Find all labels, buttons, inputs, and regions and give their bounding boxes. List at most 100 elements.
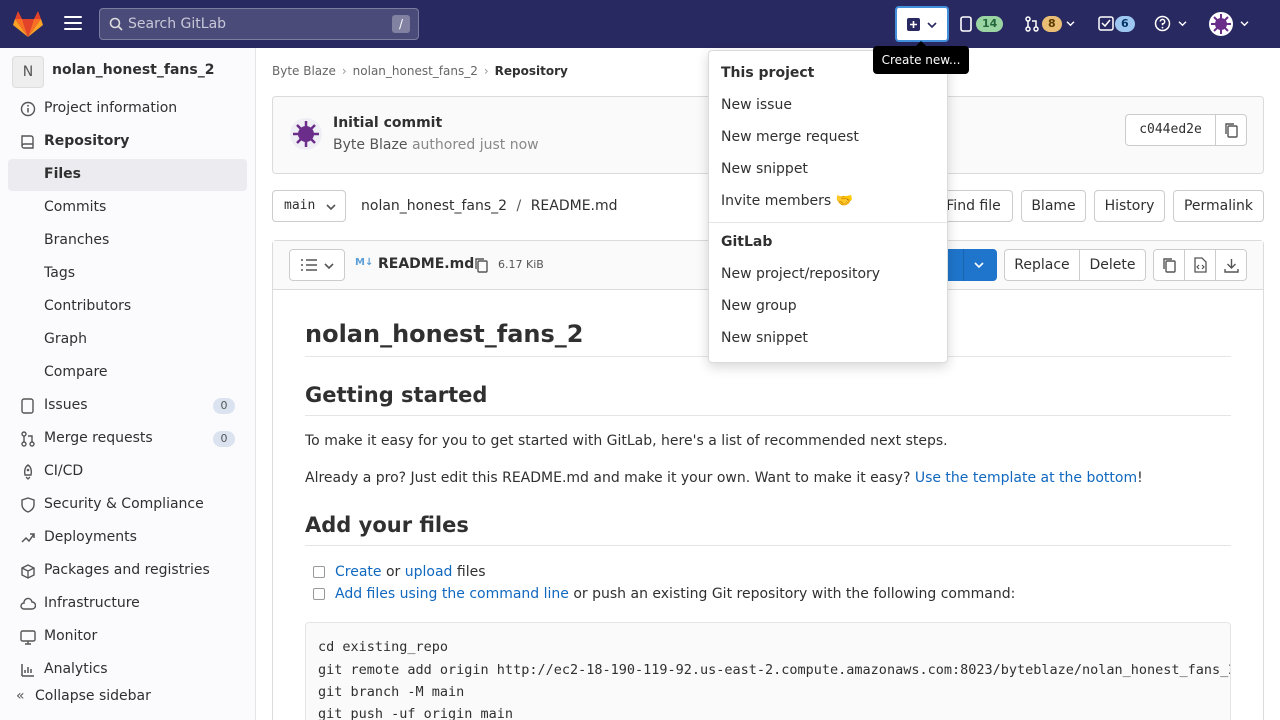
dropdown-divider — [709, 222, 947, 223]
dropdown-item-new-group[interactable]: New group — [721, 298, 797, 314]
upload-link[interactable]: upload — [405, 564, 453, 580]
info-icon — [20, 101, 36, 117]
sidebar-item-files[interactable]: Files — [8, 159, 247, 191]
sidebar-item-label: CI/CD — [44, 463, 84, 479]
merge-request-icon[interactable] — [1024, 16, 1040, 32]
path-separator: / — [516, 198, 522, 214]
commit-meta: authored just now — [411, 137, 539, 153]
commit-title[interactable]: Initial commit — [333, 115, 442, 131]
merge-requests-count-badge: 8 — [1042, 16, 1062, 32]
sidebar-item-security-compliance[interactable]: Security & Compliance — [8, 489, 247, 521]
sidebar-item-infrastructure[interactable]: Infrastructure — [8, 588, 247, 620]
commit-author-avatar[interactable] — [290, 118, 322, 150]
breadcrumb-item[interactable]: nolan_honest_fans_2 — [353, 64, 478, 78]
top-navbar: Search GitLab / 14 8 6 — [0, 0, 1280, 48]
sidebar-item-label: Repository — [44, 133, 130, 149]
project-avatar: N — [12, 56, 44, 88]
sidebar-item-label: Commits — [44, 199, 107, 215]
search-input[interactable]: Search GitLab / — [99, 8, 419, 40]
sidebar-item-packages-registries[interactable]: Packages and registries — [8, 555, 247, 587]
sidebar-item-tags[interactable]: Tags — [8, 258, 247, 290]
replace-button[interactable]: Replace — [1004, 249, 1080, 281]
double-chevron-left-icon: « — [16, 688, 25, 704]
commit-sha[interactable]: c044ed2e — [1125, 114, 1215, 146]
dropdown-item-new-issue[interactable]: New issue — [721, 97, 792, 113]
command-line-link[interactable]: Add files using the command line — [335, 586, 569, 602]
sidebar-item-project-information[interactable]: Project information — [8, 93, 247, 125]
menu-icon[interactable] — [60, 12, 86, 36]
breadcrumb: Byte Blaze › nolan_honest_fans_2 › Repositor… — [272, 64, 568, 78]
package-icon — [21, 564, 35, 579]
delete-button[interactable]: Delete — [1079, 249, 1146, 281]
path-repo-link[interactable]: nolan_honest_fans_2 — [361, 198, 507, 214]
sidebar-item-merge-requests[interactable]: Merge requests 0 — [8, 423, 247, 455]
sidebar-item-contributors[interactable]: Contributors — [8, 291, 247, 323]
file-name: README.md — [378, 256, 475, 272]
branch-selector[interactable]: main — [272, 190, 346, 222]
issues-icon — [21, 398, 34, 414]
issues-icon[interactable] — [960, 16, 974, 32]
edit-split-button[interactable] — [941, 249, 997, 281]
outline-toggle-button[interactable] — [289, 249, 345, 281]
readme-heading-getting-started: Getting started — [305, 383, 1231, 416]
copy-sha-button[interactable] — [1215, 114, 1247, 146]
todo-item: Add files using the command line or push… — [313, 586, 1015, 602]
sidebar-item-label: Infrastructure — [44, 595, 140, 611]
collapse-sidebar-button[interactable]: « Collapse sidebar — [16, 688, 151, 704]
task-checkbox[interactable] — [313, 588, 325, 600]
search-shortcut-hint: / — [392, 15, 410, 33]
create-new-button[interactable] — [895, 6, 949, 42]
user-avatar[interactable] — [1209, 12, 1233, 36]
sidebar-item-monitor[interactable]: Monitor — [8, 621, 247, 653]
create-link[interactable]: Create — [335, 564, 382, 580]
sidebar-item-analytics[interactable]: Analytics — [8, 654, 247, 686]
copy-icon[interactable] — [475, 258, 488, 273]
breadcrumb-item[interactable]: Byte Blaze — [272, 64, 336, 78]
download-button[interactable] — [1215, 249, 1247, 281]
sidebar-item-repository[interactable]: Repository — [8, 126, 247, 158]
dropdown-item-new-project[interactable]: New project/repository — [721, 266, 880, 282]
help-icon[interactable] — [1154, 15, 1171, 32]
task-checkbox[interactable] — [313, 566, 325, 578]
chevron-down-icon — [326, 204, 336, 211]
copy-contents-button[interactable] — [1153, 249, 1185, 281]
todo-icon[interactable] — [1098, 16, 1114, 31]
readme-text: or push an existing Git repository with … — [568, 586, 1016, 602]
chevron-right-icon: › — [483, 64, 489, 78]
dropdown-item-new-merge-request[interactable]: New merge request — [721, 129, 859, 145]
shield-icon — [21, 497, 35, 513]
commit-author[interactable]: Byte Blaze — [333, 137, 407, 153]
permalink-button[interactable]: Permalink — [1173, 190, 1264, 222]
template-link[interactable]: Use the template at the bottom — [915, 470, 1137, 486]
dropdown-item-new-snippet[interactable]: New snippet — [721, 161, 808, 177]
sidebar-item-commits[interactable]: Commits — [8, 192, 247, 224]
sidebar-item-graph[interactable]: Graph — [8, 324, 247, 356]
search-icon — [109, 17, 123, 31]
open-raw-button[interactable] — [1184, 249, 1216, 281]
merge-request-icon — [21, 431, 35, 447]
sidebar-item-compare[interactable]: Compare — [8, 357, 247, 389]
readme-text: or — [381, 564, 405, 580]
todo-item: Create or upload files — [313, 564, 486, 580]
sidebar-item-issues[interactable]: Issues 0 — [8, 390, 247, 422]
rocket-icon — [23, 464, 33, 480]
gitlab-logo-icon[interactable] — [12, 10, 44, 38]
code-line: cd existing_repo — [318, 639, 449, 655]
create-new-dropdown: This project New issue New merge request… — [708, 50, 948, 363]
sidebar-item-branches[interactable]: Branches — [8, 225, 247, 257]
blame-button[interactable]: Blame — [1021, 190, 1086, 222]
chevron-down-icon — [1240, 21, 1249, 27]
readme-heading-add-files: Add your files — [305, 513, 1231, 546]
sidebar-item-ci-cd[interactable]: CI/CD — [8, 456, 247, 488]
sidebar-item-label: Deployments — [44, 529, 137, 545]
breadcrumb-current[interactable]: Repository — [495, 64, 568, 78]
download-icon — [1224, 259, 1239, 273]
chevron-down-icon — [1178, 21, 1187, 27]
chevron-down-icon — [324, 263, 334, 270]
dropdown-item-invite-members[interactable]: Invite members 🤝 — [721, 193, 853, 209]
dropdown-section-header: This project — [721, 65, 815, 81]
dropdown-item-new-snippet[interactable]: New snippet — [721, 330, 808, 346]
sidebar-item-deployments[interactable]: Deployments — [8, 522, 247, 554]
search-placeholder: Search GitLab — [128, 16, 227, 32]
history-button[interactable]: History — [1094, 190, 1165, 222]
